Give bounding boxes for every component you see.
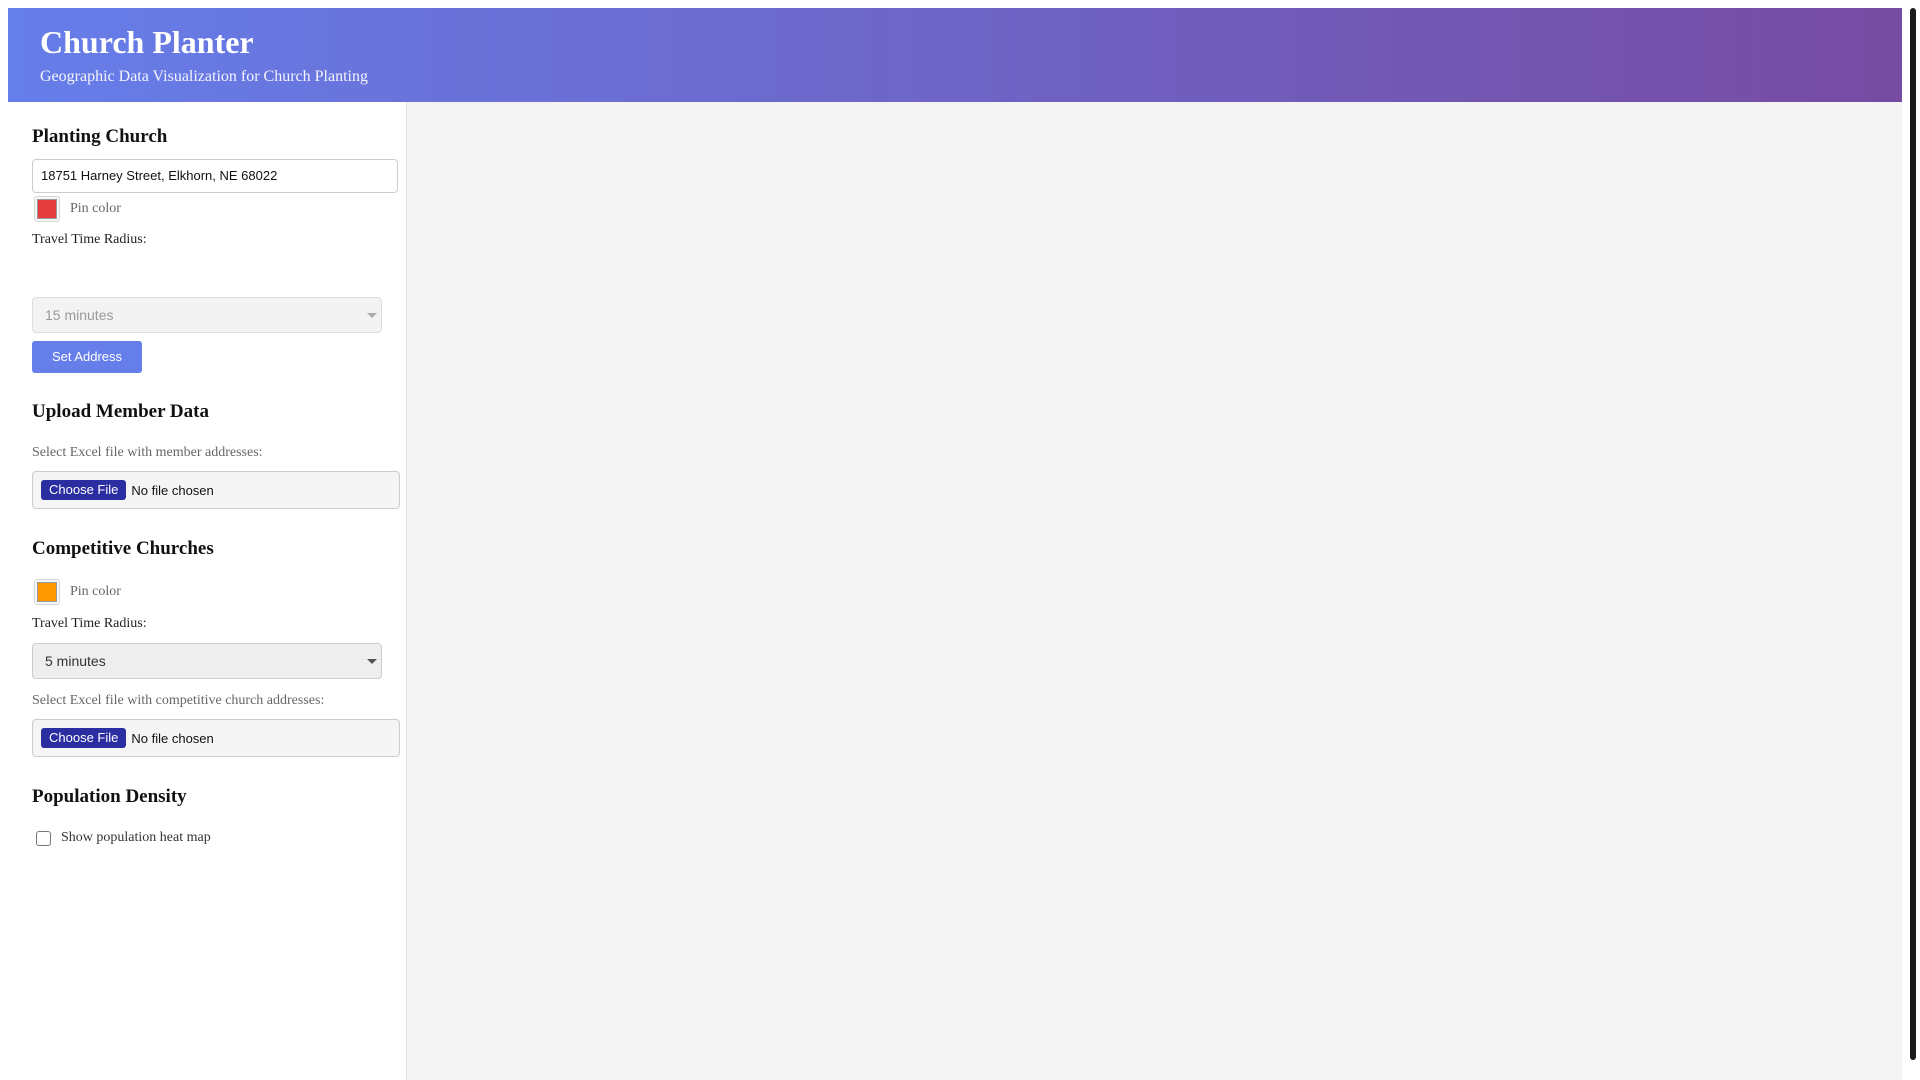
heatmap-toggle-row: Show population heat map [36,830,211,846]
heatmap-checkbox[interactable] [36,830,51,846]
planting-church-heading: Planting Church [32,126,168,147]
member-choose-file-button[interactable]: Choose File [41,480,127,500]
app-header: Church Planter Geographic Data Visualiza… [8,8,1902,102]
member-file-label: Select Excel file with member addresses: [32,445,263,460]
church-address-input[interactable]: 18751 Harney Street, Elkhorn, NE 68022 [32,159,398,193]
upload-member-heading: Upload Member Data [32,401,209,422]
page-scrollbar[interactable] [1910,8,1916,1060]
population-density-heading: Population Density [32,786,187,807]
competitive-pin-color-picker[interactable] [34,579,60,605]
competitive-pin-color-label: Pin color [70,584,121,599]
planting-pin-color-label: Pin color [70,201,121,216]
competitive-pin-color-row: Pin color [34,579,121,605]
planting-pin-color-row: Pin color [34,196,121,222]
competitive-file-label: Select Excel file with competitive churc… [32,693,325,708]
planting-radius-label: Travel Time Radius: [32,232,147,247]
competitive-radius-select[interactable]: 5 minutes [32,643,382,679]
member-file-status: No file chosen [131,482,214,498]
competitive-pin-color-swatch [37,582,57,602]
chevron-down-icon [367,659,377,664]
competitive-radius-value: 5 minutes [45,653,106,669]
competitive-file-status: No file chosen [131,730,214,746]
planting-radius-select[interactable]: 15 minutes [32,297,382,333]
chevron-down-icon [367,313,377,318]
member-file-input[interactable]: Choose File No file chosen [32,471,400,509]
heatmap-label: Show population heat map [61,830,211,845]
competitive-file-input[interactable]: Choose File No file chosen [32,719,400,757]
app-title: Church Planter [40,24,254,60]
competitive-churches-heading: Competitive Churches [32,538,214,559]
sidebar: Planting Church 18751 Harney Street, Elk… [0,102,407,1080]
planting-radius-value: 15 minutes [45,307,114,323]
map-area[interactable] [407,102,1902,1080]
planting-pin-color-swatch [37,199,57,219]
app: Church Planter Geographic Data Visualiza… [0,8,1902,1080]
app-subtitle: Geographic Data Visualization for Church… [40,68,368,85]
set-address-button[interactable]: Set Address [32,341,142,373]
competitive-choose-file-button[interactable]: Choose File [41,728,127,748]
planting-pin-color-picker[interactable] [34,196,60,222]
competitive-radius-label: Travel Time Radius: [32,616,147,631]
